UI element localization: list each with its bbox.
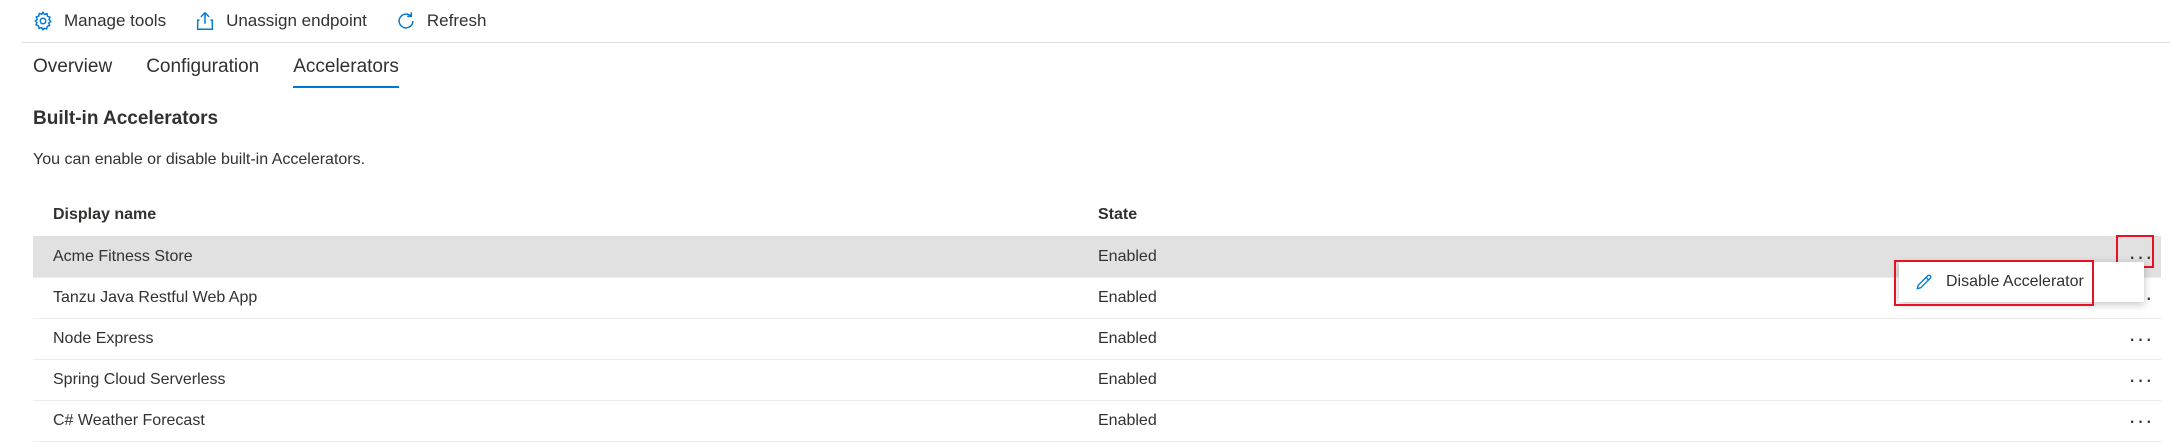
refresh-label: Refresh: [426, 11, 487, 30]
row-state: Enabled: [1098, 412, 1157, 429]
row-display-name: Node Express: [53, 330, 154, 347]
command-bar: Manage tools Unassign endpoint Refresh: [32, 6, 514, 36]
more-options-icon[interactable]: ···: [2127, 367, 2155, 393]
column-header-state[interactable]: State: [1098, 206, 1137, 224]
unassign-endpoint-button[interactable]: Unassign endpoint: [194, 10, 367, 32]
row-display-name: Spring Cloud Serverless: [53, 371, 226, 388]
pencil-icon: [1916, 274, 1932, 290]
table-row[interactable]: Spring Cloud Serverless Enabled ···: [33, 360, 2161, 401]
disable-accelerator-menu-item[interactable]: Disable Accelerator: [1899, 262, 2144, 302]
tab-overview[interactable]: Overview: [33, 56, 112, 88]
disable-accelerator-label: Disable Accelerator: [1946, 273, 2084, 290]
column-header-display-name[interactable]: Display name: [53, 206, 156, 224]
context-menu: Disable Accelerator: [1899, 262, 2144, 302]
row-state: Enabled: [1098, 330, 1157, 347]
more-options-icon[interactable]: ···: [2127, 326, 2155, 352]
row-display-name: Acme Fitness Store: [53, 248, 193, 265]
section-description: You can enable or disable built-in Accel…: [33, 151, 366, 168]
row-state: Enabled: [1098, 371, 1157, 388]
unassign-endpoint-label: Unassign endpoint: [226, 11, 367, 30]
accelerators-table: Display name State Acme Fitness Store En…: [33, 196, 2161, 442]
row-display-name: Tanzu Java Restful Web App: [53, 289, 258, 306]
upload-icon: [197, 11, 214, 30]
manage-tools-label: Manage tools: [64, 11, 167, 30]
section-title: Built-in Accelerators: [33, 108, 219, 129]
table-row[interactable]: Acme Fitness Store Enabled ···: [33, 237, 2161, 278]
gear-icon: [34, 10, 52, 31]
refresh-icon: [398, 12, 414, 29]
row-state: Enabled: [1098, 248, 1157, 265]
more-options-icon[interactable]: ···: [2127, 408, 2155, 434]
tab-accelerators[interactable]: Accelerators: [293, 56, 399, 88]
toolbar-divider: [22, 42, 2170, 43]
table-row[interactable]: C# Weather Forecast Enabled ···: [33, 401, 2161, 442]
row-display-name: C# Weather Forecast: [53, 412, 205, 429]
tab-configuration[interactable]: Configuration: [146, 56, 259, 88]
manage-tools-button[interactable]: Manage tools: [32, 10, 166, 32]
refresh-button[interactable]: Refresh: [395, 10, 487, 32]
row-state: Enabled: [1098, 289, 1157, 306]
tab-bar: Overview Configuration Accelerators: [33, 56, 433, 88]
table-header: Display name State: [33, 196, 2161, 237]
table-row[interactable]: Node Express Enabled ···: [33, 319, 2161, 360]
table-row[interactable]: Tanzu Java Restful Web App Enabled ···: [33, 278, 2161, 319]
